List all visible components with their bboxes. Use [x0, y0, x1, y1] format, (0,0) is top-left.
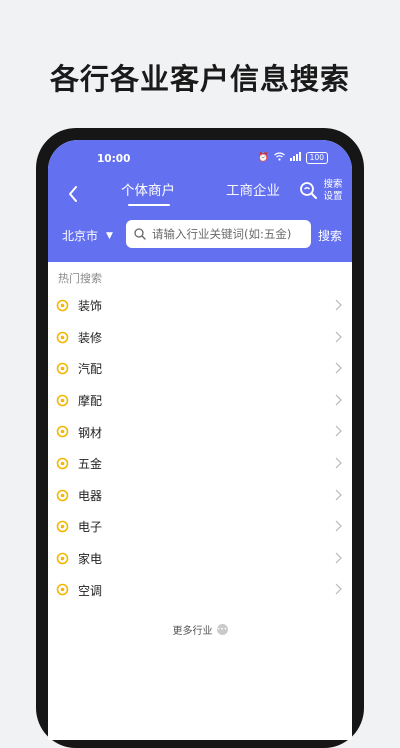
hot-search-list: 装饰 装修 汽配 摩配 钢材 五金 电器 电子 家电 空调 — [48, 290, 352, 606]
chevron-right-icon — [335, 457, 342, 469]
keyword-search-input[interactable] — [152, 227, 302, 241]
target-icon — [56, 457, 69, 470]
chevron-right-icon — [335, 425, 342, 437]
search-box — [126, 220, 311, 248]
tab-business-enterprises[interactable]: 工商企业 — [226, 179, 280, 199]
app-screen: 10:00 ⏰ 100 个体商户 工商企业 搜索 设置 北京市 ▼ 请输入行业关… — [48, 140, 352, 740]
more-industries-label: 更多行业 — [172, 626, 213, 637]
hot-item-4[interactable]: 钢材 — [48, 416, 352, 448]
hot-item-label: 电子 — [78, 520, 103, 535]
chevron-right-icon — [335, 489, 342, 500]
back-button[interactable] — [62, 180, 84, 208]
target-icon — [56, 520, 69, 533]
search-settings-label: 搜索 设置 — [323, 179, 343, 202]
chevron-right-icon — [335, 520, 342, 532]
target-icon — [56, 426, 69, 438]
chevron-right-icon — [335, 394, 342, 406]
hot-item-label: 家电 — [78, 552, 103, 567]
search-settings-button[interactable]: 搜索 设置 — [299, 178, 345, 208]
target-icon — [56, 584, 69, 596]
battery-icon: 100 — [305, 152, 328, 164]
promo-headline: 各行各业客户信息搜索 — [49, 62, 350, 96]
active-tab-indicator — [128, 204, 170, 206]
target-icon — [56, 489, 69, 501]
hot-item-label: 汽配 — [78, 362, 103, 377]
hot-item-0[interactable]: 装饰 — [48, 290, 352, 322]
city-selector[interactable]: 北京市 ▼ — [62, 227, 113, 244]
search-icon — [134, 228, 146, 240]
target-icon — [56, 394, 69, 407]
status-icons: ⏰ 100 — [257, 152, 328, 164]
hot-item-label: 装饰 — [78, 299, 103, 314]
more-dots-icon: ••• — [216, 624, 228, 635]
chevron-right-icon — [335, 331, 342, 343]
chevron-left-icon — [69, 186, 77, 202]
chevron-right-icon — [335, 552, 342, 564]
status-time: 10:00 — [97, 153, 131, 165]
target-icon — [56, 299, 69, 312]
target-icon — [56, 552, 69, 565]
hot-search-title: 热门搜索 — [58, 272, 102, 285]
hot-item-2[interactable]: 汽配 — [48, 353, 352, 385]
app-header: 10:00 ⏰ 100 个体商户 工商企业 搜索 设置 北京市 ▼ 请输入行业关… — [48, 140, 352, 262]
more-industries-link[interactable]: 更多行业 ••• — [48, 622, 352, 637]
hot-item-5[interactable]: 五金 — [48, 448, 352, 480]
chevron-right-icon — [335, 362, 342, 374]
hot-item-8[interactable]: 家电 — [48, 543, 352, 575]
hot-item-6[interactable]: 电器 — [48, 480, 352, 512]
target-icon — [56, 331, 69, 343]
tab-individual-merchants[interactable]: 个体商户 — [121, 179, 175, 199]
hot-item-3[interactable]: 摩配 — [48, 385, 352, 417]
hot-item-label: 空调 — [78, 583, 103, 598]
hot-item-label: 装修 — [78, 330, 103, 345]
caret-down-icon: ▼ — [106, 230, 113, 241]
city-label: 北京市 — [62, 229, 99, 243]
hot-item-label: 钢材 — [78, 425, 103, 440]
hot-item-label: 摩配 — [78, 394, 103, 409]
alarm-icon: ⏰ — [257, 153, 269, 163]
hot-item-7[interactable]: 电子 — [48, 511, 352, 543]
hot-item-9[interactable]: 空调 — [48, 574, 352, 606]
hot-item-1[interactable]: 装修 — [48, 322, 352, 354]
search-settings-icon — [300, 182, 317, 199]
signal-icon — [289, 152, 301, 164]
target-icon — [56, 362, 69, 375]
chevron-right-icon — [335, 583, 342, 595]
wifi-icon — [273, 152, 285, 164]
hot-item-label: 五金 — [78, 457, 103, 472]
search-button[interactable]: 搜索 — [318, 227, 342, 244]
hot-item-label: 电器 — [78, 488, 103, 503]
chevron-right-icon — [335, 299, 342, 311]
